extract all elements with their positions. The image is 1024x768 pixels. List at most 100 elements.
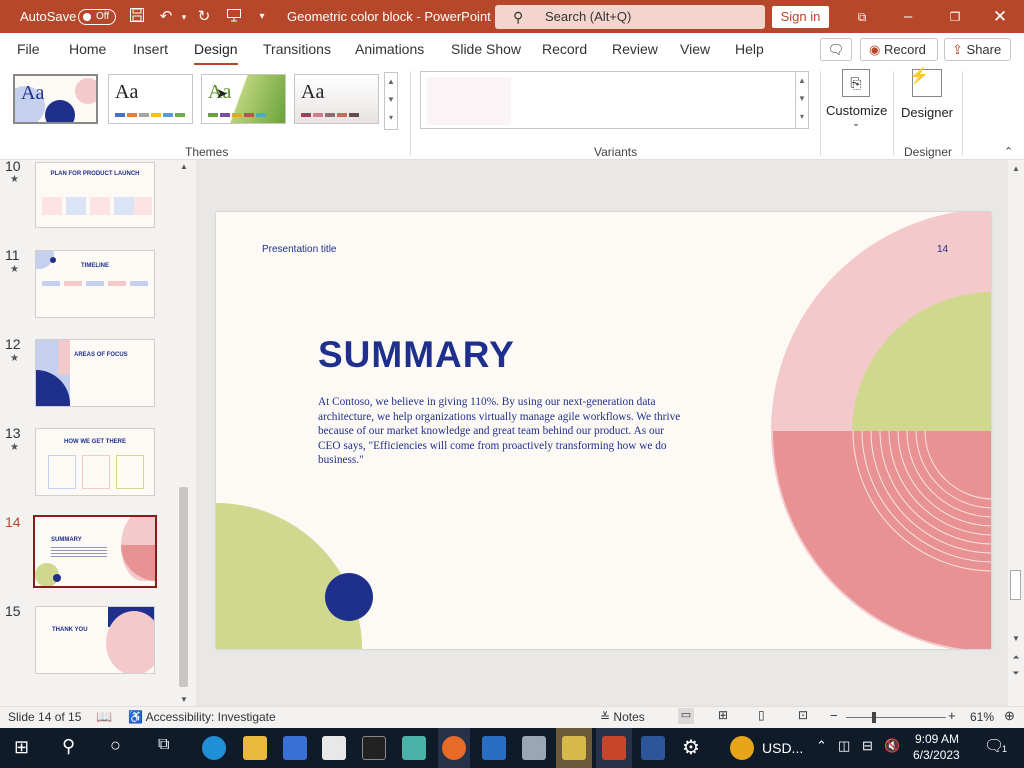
share-button[interactable]: ⇪ Share — [944, 38, 1011, 61]
theme-geometric-selected[interactable]: Aa — [13, 74, 98, 124]
redo-icon[interactable]: ↻ — [194, 7, 214, 27]
clock-date[interactable]: 6/3/2023 — [913, 748, 960, 762]
autosave-toggle[interactable]: Off — [78, 9, 116, 25]
tab-view[interactable]: View — [680, 41, 710, 57]
group-variants-label: Variants — [594, 145, 638, 159]
tab-help[interactable]: Help — [735, 41, 764, 57]
slide-thumbnail-12[interactable]: AREAS OF FOCUS — [35, 339, 155, 407]
firefox-task[interactable] — [438, 728, 470, 768]
active-app-task[interactable] — [556, 728, 592, 768]
tab-review[interactable]: Review — [612, 41, 658, 57]
thumbnail-scrollbar[interactable]: ▲ ▼ — [177, 162, 191, 704]
slide-counter: Slide 14 of 15 — [8, 710, 82, 724]
slide-thumbnail-13[interactable]: HOW WE GET THERE — [35, 428, 155, 496]
cortana-icon[interactable]: ○ — [110, 735, 121, 756]
variants-scroll[interactable]: ▲ ▼ ▾ — [795, 71, 809, 129]
edge-icon[interactable] — [202, 736, 226, 760]
tab-design[interactable]: Design — [194, 41, 238, 66]
customize-icon: ⎘ — [842, 69, 870, 97]
record-button[interactable]: ◉ Record — [860, 38, 938, 61]
spelling-icon[interactable]: 📖 — [96, 709, 112, 725]
close-icon[interactable]: ✕ — [990, 7, 1010, 27]
taskbar-search-icon[interactable]: ⚲ — [62, 736, 75, 757]
slide-thumbnail-10[interactable]: PLAN FOR PRODUCT LAUNCH — [35, 162, 155, 228]
ribbon-tabs: File Home Insert Design Transitions Anim… — [0, 33, 1024, 66]
tray-app-icon[interactable]: ◫ — [838, 738, 850, 754]
collapse-ribbon-icon[interactable]: ⌃ — [1004, 145, 1013, 158]
variant-option[interactable] — [427, 77, 511, 125]
powershell-icon[interactable] — [482, 736, 506, 760]
terminal-icon[interactable] — [362, 736, 386, 760]
search-box[interactable]: ⚲ Search (Alt+Q) — [495, 5, 765, 29]
file-explorer-icon[interactable] — [243, 736, 267, 760]
present-icon[interactable] — [224, 7, 244, 27]
chevron-up-icon[interactable]: ⌃ — [816, 738, 827, 754]
themes-scroll[interactable]: ▲ ▼ ▾ — [384, 72, 398, 130]
comment-icon: 🗨 — [827, 42, 845, 57]
usd-widget-label[interactable]: USD... — [762, 740, 803, 756]
tab-slide-show[interactable]: Slide Show — [451, 41, 521, 57]
autosave-label: AutoSave — [20, 9, 77, 24]
currency-icon[interactable] — [730, 736, 754, 760]
volume-muted-icon[interactable]: 🔇 — [884, 738, 900, 754]
slide-thumbnail-15[interactable]: THANK YOU — [35, 606, 155, 674]
app-icon[interactable] — [402, 736, 426, 760]
next-slide-icon[interactable]: ⏷ — [1008, 668, 1024, 679]
group-designer-label: Designer — [904, 145, 953, 159]
tab-home[interactable]: Home — [69, 41, 106, 57]
powerpoint-task[interactable] — [596, 728, 632, 768]
undo-icon[interactable]: ↶ — [156, 7, 176, 27]
undo-dropdown-icon[interactable]: ▾ — [174, 7, 194, 27]
zoom-out-icon[interactable]: − — [830, 708, 838, 723]
minimize-icon[interactable]: – — [898, 7, 918, 27]
comments-button[interactable]: 🗨 — [820, 38, 852, 61]
sign-in-button[interactable]: Sign in — [772, 6, 829, 28]
zoom-slider[interactable] — [846, 712, 946, 723]
designer-button[interactable]: ⚡ Designer — [898, 68, 956, 125]
reading-view-icon[interactable]: ▯ — [758, 708, 765, 722]
task-view-icon[interactable]: ⧉ — [158, 736, 169, 754]
tab-insert[interactable]: Insert — [133, 41, 168, 57]
tab-transitions[interactable]: Transitions — [263, 41, 331, 57]
clock-time[interactable]: 9:09 AM — [915, 732, 959, 746]
slide-canvas[interactable]: Presentation title 14 SUMMARY At Contoso… — [216, 212, 991, 649]
theme-office[interactable]: Aa — [108, 74, 193, 124]
notification-count: 1 — [1002, 744, 1008, 754]
fit-to-window-icon[interactable]: ⊕ — [1004, 708, 1015, 724]
zoom-in-icon[interactable]: + — [948, 708, 956, 723]
search-icon: ⚲ — [513, 9, 524, 25]
word-icon[interactable] — [641, 736, 665, 760]
notes-button[interactable]: ≚ Notes — [600, 710, 645, 724]
tab-file[interactable]: File — [17, 41, 40, 57]
slide-thumbnail-14-selected[interactable]: SUMMARY — [33, 515, 157, 588]
slide-heading[interactable]: SUMMARY — [318, 334, 515, 376]
slide-scrollbar-thumb[interactable] — [1010, 570, 1021, 600]
theme-ion[interactable]: Aa — [294, 74, 379, 124]
slideshow-view-icon[interactable]: ⊡ — [798, 708, 808, 722]
settings-gear-icon[interactable]: ⚙ — [682, 735, 700, 760]
accessibility-status[interactable]: ♿ Accessibility: Investigate — [128, 710, 276, 724]
zoom-slider-thumb[interactable] — [872, 712, 876, 723]
restore-icon[interactable]: ❐ — [945, 7, 965, 27]
scrollbar-thumb[interactable] — [179, 487, 188, 687]
tab-record[interactable]: Record — [542, 41, 587, 57]
slide-body-text[interactable]: At Contoso, we believe in giving 110%. B… — [318, 395, 686, 468]
save-icon[interactable] — [127, 7, 147, 27]
zoom-level[interactable]: 61% — [970, 710, 994, 724]
customize-qat-icon[interactable]: ▾ — [252, 7, 272, 27]
slide-scrollbar[interactable]: ▲ ▼ ⏶ ⏷ — [1008, 160, 1024, 706]
store-icon[interactable] — [283, 736, 307, 760]
network-app-icon[interactable] — [522, 736, 546, 760]
theme-facet[interactable]: Aa ➤ — [201, 74, 286, 124]
slide-sorter-icon[interactable]: ⊞ — [718, 708, 728, 722]
tab-animations[interactable]: Animations — [355, 41, 424, 57]
network-icon[interactable]: ⊟ — [862, 738, 873, 754]
slide-thumbnail-11[interactable]: TIMELINE — [35, 250, 155, 318]
chevron-down-icon: ⌄ — [852, 118, 860, 128]
customize-button[interactable]: ⎘ Customize ⌄ — [826, 69, 887, 135]
normal-view-icon[interactable]: ▭ — [678, 708, 694, 724]
mail-icon[interactable] — [322, 736, 346, 760]
previous-slide-icon[interactable]: ⏶ — [1008, 652, 1024, 663]
ribbon-display-icon[interactable]: ⧉ — [852, 7, 872, 27]
windows-start-icon[interactable]: ⊞ — [14, 737, 29, 758]
